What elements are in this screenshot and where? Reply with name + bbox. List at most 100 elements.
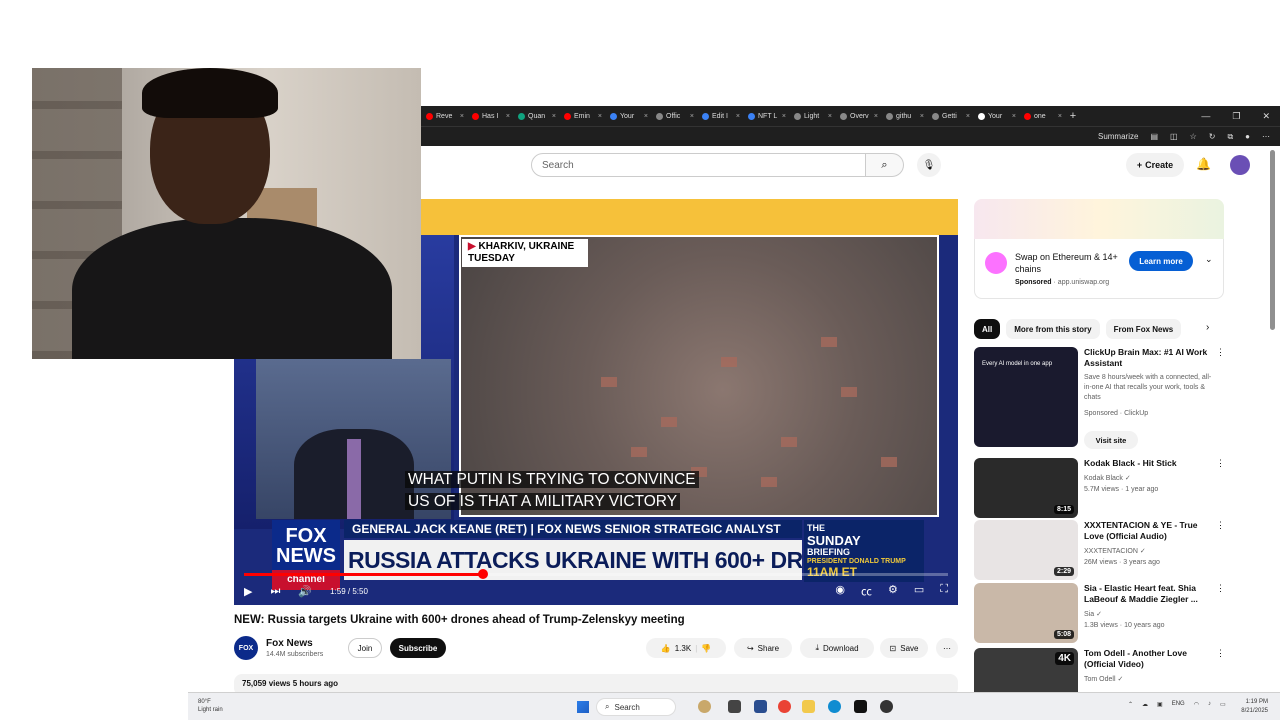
close-icon[interactable]: × [782,113,786,120]
close-icon[interactable]: × [644,113,648,120]
filter-chip[interactable]: From Fox News [1105,319,1182,339]
browser-tab[interactable]: Has I × [467,108,513,124]
close-icon[interactable]: × [874,113,878,120]
browser-tab[interactable]: Your × [605,108,651,124]
reader-icon[interactable]: ▤ [1150,132,1158,141]
close-icon[interactable]: × [1012,113,1016,120]
x-icon[interactable] [854,700,867,713]
close-icon[interactable]: × [966,113,970,120]
save-button[interactable]: ⊡ Save [880,638,928,658]
split-icon[interactable]: ◫ [1170,132,1178,141]
close-icon[interactable]: × [920,113,924,120]
dislike-icon[interactable]: 👎 [701,644,711,653]
edge-icon[interactable] [828,700,841,713]
join-button[interactable]: Join [348,638,382,658]
search-button[interactable]: ⌕ [866,153,904,177]
clock[interactable]: 1:19 PM 8/21/2025 [1232,698,1268,716]
weather-widget[interactable]: 80°F Light rain [198,698,223,714]
ad-title[interactable]: Swap on Ethereum & 14+ chains [1015,251,1125,275]
more-vert-icon[interactable]: ⋮ [1216,458,1225,469]
channel-name[interactable]: Tom Odell ✓ [1084,674,1214,685]
more-vert-icon[interactable]: ⋮ [1216,347,1225,358]
channel-name[interactable]: Fox News [266,638,313,649]
browser-tab[interactable]: Offic × [651,108,697,124]
recommendation-title[interactable]: Kodak Black - Hit Stick [1084,458,1208,469]
recommendation-title[interactable]: ClickUp Brain Max: #1 AI Work Assistant [1084,347,1208,369]
tray-app-icon[interactable]: ▣ [1157,701,1163,708]
close-icon[interactable]: × [736,113,740,120]
ad-card[interactable]: Swap on Ethereum & 14+ chains Sponsored … [974,239,1224,299]
bell-icon[interactable]: 🔔 [1196,157,1211,171]
theater-icon[interactable]: ▭ [914,583,924,599]
recommendation-item[interactable]: 2:29 XXXTENTACION & YE - True Love (Offic… [974,520,1225,580]
speaker-icon[interactable]: ♪ [1208,701,1211,708]
summarize-button[interactable]: Summarize [1098,132,1138,141]
recommendation-title[interactable]: Tom Odell - Another Love (Official Video… [1084,648,1208,670]
maximize-icon[interactable]: ❐ [1232,111,1240,122]
browser-tab[interactable]: NFT L × [743,108,789,124]
extensions-icon[interactable]: ⧉ [1227,132,1233,142]
chevron-up-icon[interactable]: ⌃ [1128,701,1133,708]
filter-chip[interactable]: All [974,319,1001,339]
more-vert-icon[interactable]: ⋮ [1216,583,1225,594]
recommendation-item[interactable]: 8:15 Kodak Black - Hit Stick ⋮ Kodak Black … [974,458,1225,518]
profile-icon[interactable]: ● [1245,132,1250,141]
close-window-icon[interactable]: ✕ [1262,111,1270,122]
download-button[interactable]: ⤓ Download [800,638,874,658]
favorites-icon[interactable]: ☆ [1190,132,1197,141]
chevron-down-icon[interactable]: ⌄ [1205,254,1213,265]
store-icon[interactable] [754,700,767,713]
browser-tab[interactable]: one × [1019,108,1065,124]
browser-tab[interactable]: githu × [881,108,927,124]
browser-tab[interactable]: Quan × [513,108,559,124]
browser-tab[interactable]: Overv × [835,108,881,124]
browser-tab[interactable]: Emin × [559,108,605,124]
learn-more-button[interactable]: Learn more [1129,251,1193,271]
file-explorer-icon[interactable] [802,700,815,713]
scrollbar[interactable] [1269,150,1277,690]
subscribe-button[interactable]: Subscribe [390,638,446,658]
battery-icon[interactable]: ▭ [1220,701,1226,708]
search-input[interactable]: Search [531,153,866,177]
create-button[interactable]: + Create [1126,153,1184,177]
channel-avatar[interactable]: FOX [234,636,258,660]
close-icon[interactable]: × [598,113,602,120]
channel-name[interactable]: Kodak Black ✓ [1084,473,1214,484]
thumbnail[interactable]: 5:08 [974,583,1078,643]
next-icon[interactable]: ⏭ [270,585,280,598]
browser-tab[interactable]: Reve × [421,108,467,124]
thumbnail[interactable]: 8:15 [974,458,1078,518]
settings-icon[interactable]: ⚙ [888,583,898,599]
play-icon[interactable]: ▶ [244,585,252,598]
thumbnail[interactable]: Every AI model in one app [974,347,1078,447]
captions-icon[interactable]: ㏄ [861,583,872,599]
more-vert-icon[interactable]: ⋮ [1216,520,1225,531]
thumbnail[interactable]: 2:29 [974,520,1078,580]
voice-search-button[interactable]: 🎙 [917,153,941,177]
browser-tab[interactable]: Light × [789,108,835,124]
visit-site-button[interactable]: Visit site [1084,431,1138,449]
close-icon[interactable]: × [1058,113,1062,120]
filter-chip[interactable]: More from this story [1006,319,1100,339]
autoplay-toggle-icon[interactable]: ◉ [835,583,845,599]
minimize-icon[interactable]: — [1201,111,1210,122]
close-icon[interactable]: × [506,113,510,120]
chrome-icon[interactable] [778,700,791,713]
obs-icon[interactable] [880,700,893,713]
sponsored-recommendation[interactable]: Every AI model in one app ClickUp Brain M… [974,347,1225,453]
lang-indicator[interactable]: ENG [1172,701,1185,708]
like-icon[interactable]: 👍 [661,644,671,653]
wifi-icon[interactable]: ◠ [1194,701,1199,708]
more-icon[interactable]: ⋯ [1262,132,1270,141]
channel-name[interactable]: XXXTENTACION ✓ [1084,546,1214,557]
cloud-icon[interactable]: ☁ [1142,701,1148,708]
volume-icon[interactable]: 🔊 [298,585,312,598]
scrollbar-thumb[interactable] [1270,150,1275,330]
refresh-icon[interactable]: ↻ [1209,132,1216,141]
close-icon[interactable]: × [828,113,832,120]
more-actions-button[interactable]: ⋯ [936,638,958,658]
chevron-right-icon[interactable]: › [1206,322,1209,333]
new-tab-button[interactable]: + [1065,110,1081,122]
task-view-icon[interactable] [728,700,741,713]
browser-tab[interactable]: Edit I × [697,108,743,124]
